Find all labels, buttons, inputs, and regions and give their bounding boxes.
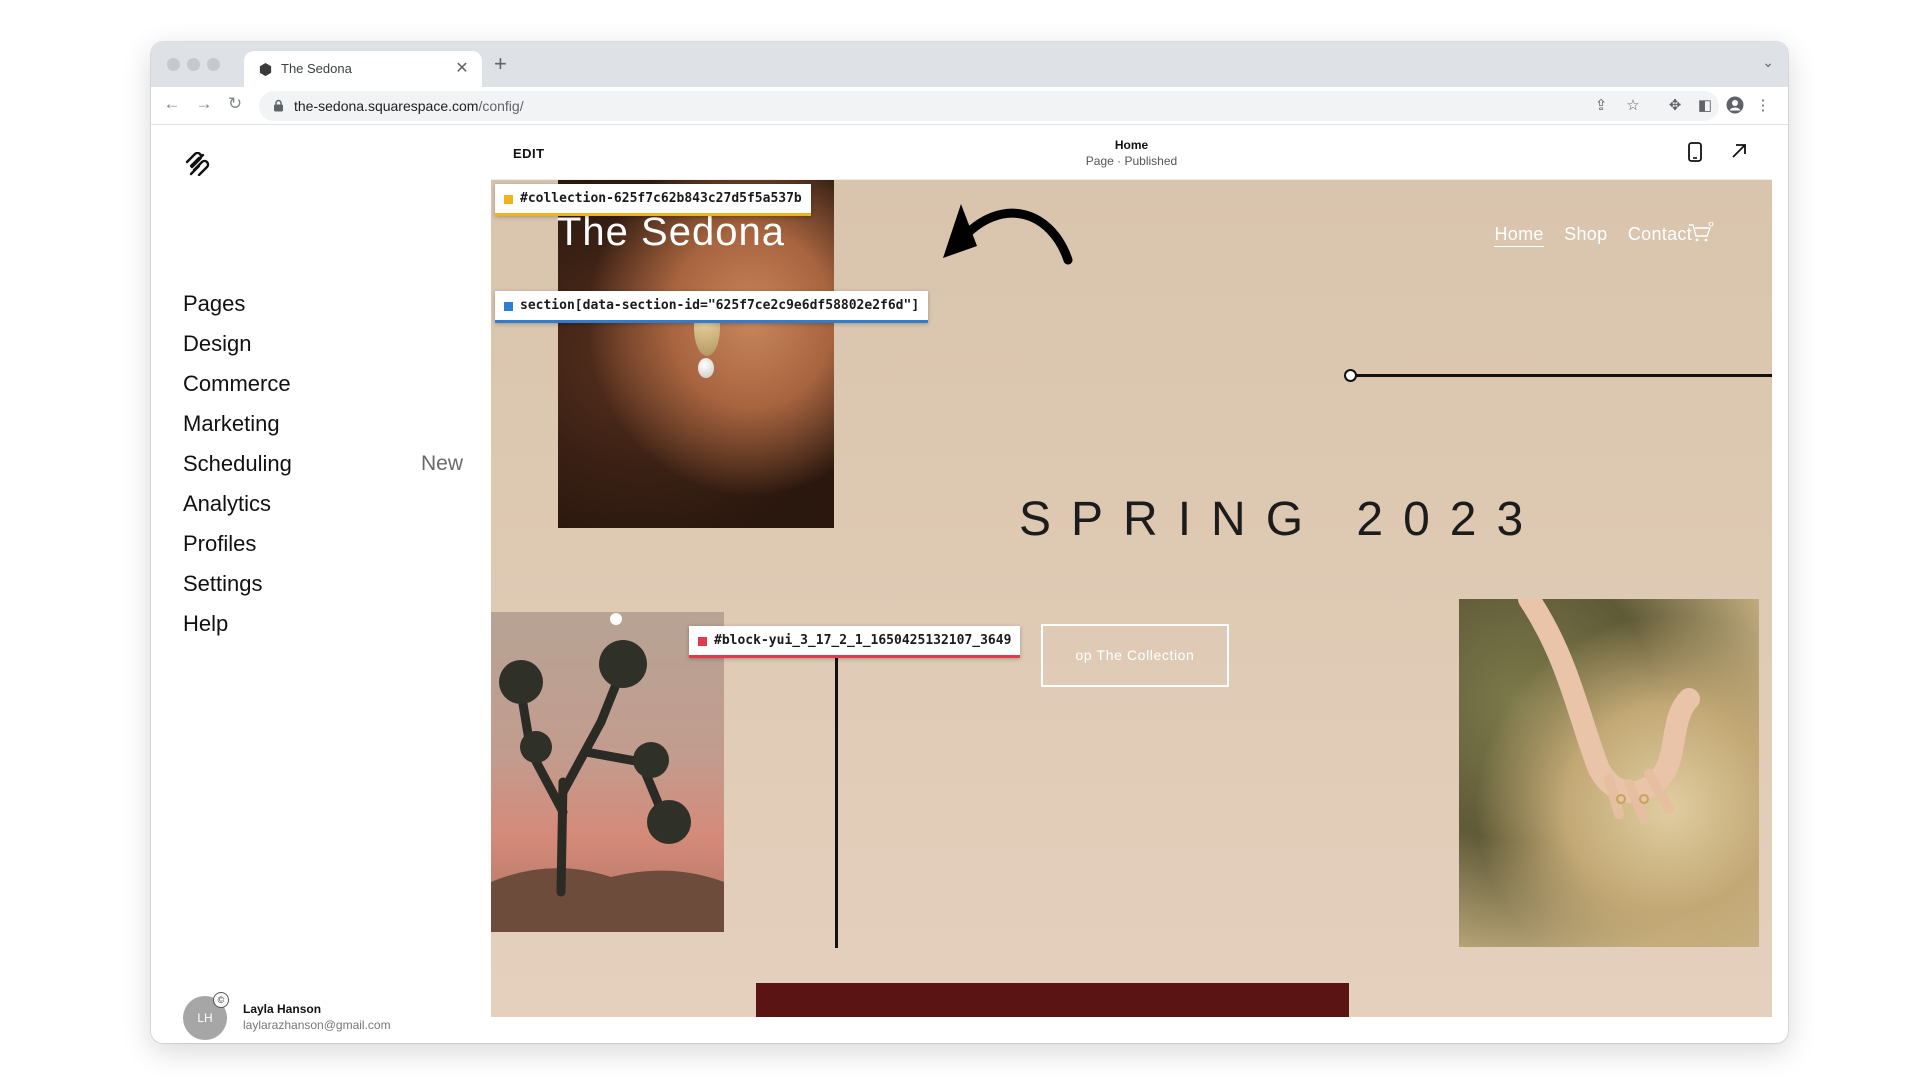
nav-link-home[interactable]: Home: [1494, 224, 1544, 247]
sidebar-item-design[interactable]: Design: [183, 324, 463, 364]
bookmark-star-icon[interactable]: ☆: [1623, 96, 1643, 116]
decorative-line-knob: [1344, 369, 1357, 382]
decorative-dot: [610, 613, 622, 625]
minimize-window-dot[interactable]: [187, 58, 200, 71]
sidebar-item-help[interactable]: Help: [183, 604, 463, 644]
sidebar-item-label: Help: [183, 611, 229, 636]
block-selector-label: #block-yui_3_17_2_1_1650425132107_3649: [689, 626, 1021, 658]
tab-search-chevron-icon[interactable]: ⌄: [1762, 54, 1774, 71]
decorative-vertical-line: [835, 658, 838, 948]
sidebar-item-label: Design: [183, 331, 252, 356]
mobile-preview-icon[interactable]: [1688, 142, 1702, 162]
website-preview[interactable]: The Sedona Home Shop Contact SPRING 2023: [491, 180, 1772, 1017]
share-icon[interactable]: ⇪: [1591, 96, 1611, 116]
close-window-dot[interactable]: [167, 58, 180, 71]
sidebar-item-scheduling[interactable]: Scheduling New: [183, 444, 463, 484]
hand-satin-fabric-image: [1459, 588, 1759, 947]
lock-icon: [274, 99, 283, 112]
section-selector-label: section[data-section-id="625f7ce2c9e6df5…: [495, 291, 929, 323]
address-bar[interactable]: the-sedona.squarespace.com/config/: [259, 91, 1719, 121]
reload-icon[interactable]: ↻: [224, 94, 246, 114]
sidebar-item-settings[interactable]: Settings: [183, 564, 463, 604]
red-block-icon: [698, 637, 707, 646]
sidebar-item-pages[interactable]: Pages: [183, 284, 463, 324]
user-name: Layla Hanson: [243, 1002, 322, 1016]
sidebar-item-label: Profiles: [183, 531, 257, 556]
url-host: the-sedona.squarespace.com: [294, 98, 479, 114]
sidebar-item-commerce[interactable]: Commerce: [183, 364, 463, 404]
joshua-tree-image: [491, 612, 724, 932]
squarespace-sidebar: Pages Design Commerce Marketing Scheduli…: [151, 126, 491, 1043]
sidebar-item-label: Pages: [183, 291, 246, 316]
account-badge-icon: ©: [213, 992, 229, 1008]
new-badge: New: [420, 452, 463, 475]
footer-band: [756, 983, 1349, 1017]
sidebar-menu: Pages Design Commerce Marketing Scheduli…: [183, 284, 463, 644]
decorative-line: [1351, 374, 1772, 377]
collection-selector-text: #collection-625f7c62b843c27d5f5a537b: [520, 191, 802, 206]
sidebar-item-marketing[interactable]: Marketing: [183, 404, 463, 444]
browser-window: The Sedona ✕ + ⌄ ← → ↻ the-sedona.square…: [151, 42, 1788, 1043]
cart-icon[interactable]: [1688, 222, 1714, 244]
open-site-arrow-icon[interactable]: [1730, 142, 1748, 160]
extensions-puzzle-icon[interactable]: ✥: [1665, 96, 1685, 116]
block-selector-text: #block-yui_3_17_2_1_1650425132107_3649: [714, 633, 1012, 648]
section-selector-text: section[data-section-id="625f7ce2c9e6df5…: [520, 298, 920, 313]
url-path: /config/: [478, 98, 524, 114]
editor-panel: EDIT Home Page · Published The Sedona Ho…: [491, 126, 1772, 1043]
squarespace-logo-icon[interactable]: [183, 152, 211, 176]
yellow-grid-icon: [504, 195, 513, 204]
tab-strip: The Sedona ✕ + ⌄: [151, 42, 1788, 87]
sidebar-item-label: Scheduling: [183, 451, 292, 476]
sidebar-item-label: Marketing: [183, 411, 280, 436]
nav-link-contact[interactable]: Contact: [1628, 224, 1692, 244]
browser-toolbar: ← → ↻ the-sedona.squarespace.com/config/…: [151, 87, 1788, 125]
editor-top-bar: EDIT Home Page · Published: [491, 126, 1772, 180]
site-favicon-icon: [259, 62, 272, 77]
pearl-drop-detail: [698, 358, 714, 378]
url-text: the-sedona.squarespace.com/config/: [294, 98, 524, 114]
sidebar-item-label: Settings: [183, 571, 263, 596]
profile-icon[interactable]: [1725, 96, 1745, 116]
sidebar-item-label: Commerce: [183, 371, 291, 396]
page-status: Page · Published: [1085, 154, 1178, 168]
back-arrow-icon[interactable]: ←: [161, 94, 183, 114]
site-navigation: Home Shop Contact: [1478, 224, 1692, 247]
hand-detail: [1518, 588, 1700, 824]
collection-selector-label: #collection-625f7c62b843c27d5f5a537b: [495, 184, 811, 216]
hero-heading[interactable]: SPRING 2023: [1019, 492, 1543, 547]
sidebar-item-analytics[interactable]: Analytics: [183, 484, 463, 524]
sidebar-item-profiles[interactable]: Profiles: [183, 524, 463, 564]
joshua-tree-silhouette: [491, 640, 724, 932]
site-title[interactable]: The Sedona: [557, 210, 785, 255]
maximize-window-dot[interactable]: [207, 58, 220, 71]
user-email: laylarazhanson@gmail.com: [243, 1018, 391, 1032]
blue-section-icon: [504, 302, 513, 311]
tab-title: The Sedona: [281, 61, 352, 76]
annotation-arrow-icon: [943, 204, 1073, 265]
new-tab-icon[interactable]: +: [494, 51, 507, 77]
kebab-menu-icon[interactable]: ⋮: [1753, 96, 1773, 116]
close-tab-icon[interactable]: ✕: [452, 58, 472, 78]
forward-arrow-icon[interactable]: →: [193, 94, 215, 114]
sidebar-item-label: Analytics: [183, 491, 272, 516]
side-panel-icon[interactable]: ◧: [1695, 96, 1715, 116]
shop-collection-button[interactable]: op The Collection: [1041, 624, 1229, 687]
nav-link-shop[interactable]: Shop: [1564, 224, 1607, 244]
page-title: Home: [1114, 138, 1149, 152]
browser-tab[interactable]: The Sedona ✕: [244, 51, 482, 87]
